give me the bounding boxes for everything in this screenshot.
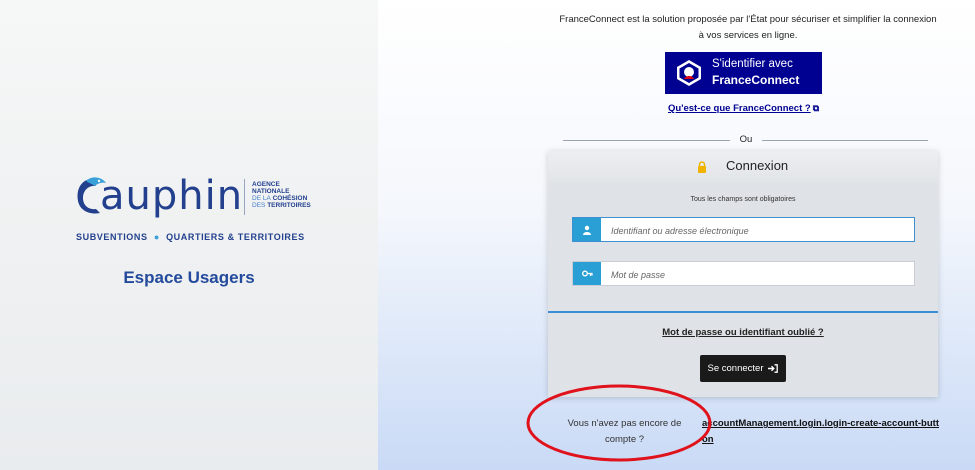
login-title: Connexion xyxy=(726,158,789,173)
branding-panel: auphin AGENCE NATIONALE DE LA COHÉSION D… xyxy=(0,0,378,470)
no-account-prompt: Vous n'avez pas encore de compte ? xyxy=(567,418,682,445)
identifier-field xyxy=(572,217,915,243)
franceconnect-intro: FranceConnect est la solution proposée p… xyxy=(559,14,937,41)
franceconnect-logo-icon xyxy=(677,60,701,86)
password-input[interactable] xyxy=(609,262,908,287)
franceconnect-info-link[interactable]: Qu'est-ce que FranceConnect ? ⧉ xyxy=(668,103,819,114)
forgot-credentials-link[interactable]: Mot de passe ou identifiant oublié ? xyxy=(548,327,938,338)
separator-label: Ou xyxy=(739,134,753,145)
user-icon xyxy=(573,218,601,241)
logo-separator xyxy=(244,179,245,215)
agency-name: AGENCE NATIONALE DE LA COHÉSION DES TERR… xyxy=(252,181,311,209)
key-icon xyxy=(573,262,601,285)
identifier-input[interactable] xyxy=(609,218,908,243)
lock-icon xyxy=(698,161,706,173)
separator-line-right xyxy=(762,140,928,141)
external-link-icon: ⧉ xyxy=(812,103,820,113)
login-card-header: Connexion xyxy=(548,151,938,183)
login-card: Connexion Tous les champs sont obligatoi… xyxy=(548,151,938,397)
franceconnect-button[interactable]: S'identifier avec FranceConnect xyxy=(665,52,822,94)
dot-icon: ● xyxy=(150,232,163,242)
login-submit-button[interactable]: Se connecter xyxy=(700,355,786,382)
brand-tagline: SUBVENTIONS ● QUARTIERS & TERRITOIRES xyxy=(76,232,305,242)
password-field xyxy=(572,261,915,287)
create-account-link[interactable]: accountManagement.login.login-create-acc… xyxy=(702,416,942,448)
separator-line-left xyxy=(563,140,730,141)
logo-wordmark: auphin xyxy=(100,173,244,219)
login-submit-label: Se connecter xyxy=(707,363,764,374)
required-fields-note: Tous les champs sont obligatoires xyxy=(690,196,796,203)
franceconnect-button-line1: S'identifier avec xyxy=(712,58,793,70)
franceconnect-button-line2: FranceConnect xyxy=(712,73,800,87)
space-title: Espace Usagers xyxy=(123,268,255,287)
sign-in-icon xyxy=(768,364,779,373)
